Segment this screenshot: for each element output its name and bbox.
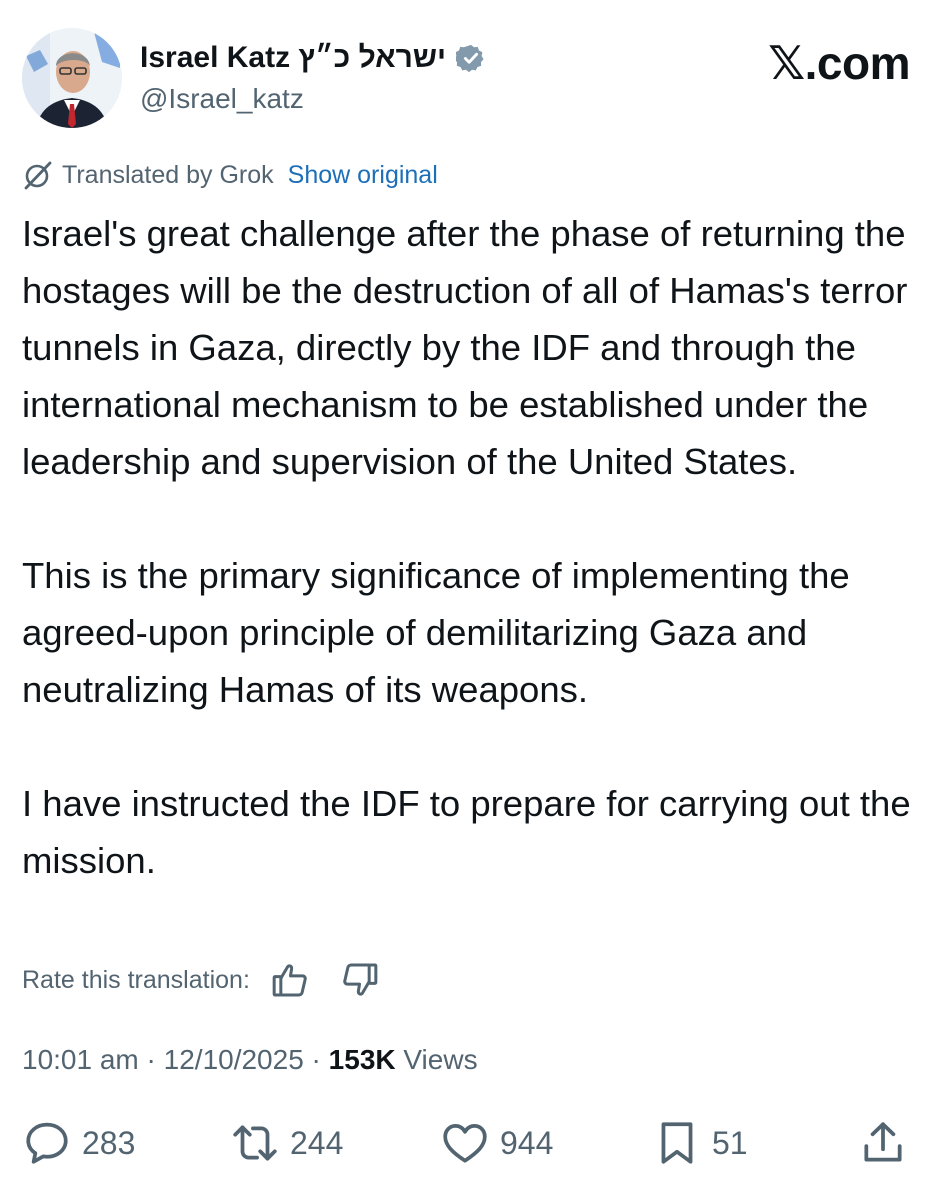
- heart-icon: [443, 1124, 487, 1163]
- views-count: 153K: [328, 1044, 396, 1075]
- rate-translation-label: Rate this translation:: [22, 965, 250, 994]
- author-display-name[interactable]: Israel Katz ישראל כ״ץ: [140, 40, 486, 76]
- bookmark-button[interactable]: 51: [652, 1118, 748, 1168]
- bookmark-icon: [661, 1122, 693, 1164]
- bookmark-count: 51: [712, 1124, 748, 1161]
- translation-banner: Translated by Grok Show original: [22, 158, 438, 192]
- thumbs-up-icon[interactable]: [270, 960, 310, 1000]
- views-label: Views: [395, 1044, 478, 1075]
- like-count: 944: [500, 1124, 554, 1161]
- post-body: Israel's great challenge after the phase…: [22, 205, 914, 946]
- translated-by-label: Translated by Grok: [62, 160, 274, 189]
- post-paragraph-1: Israel's great challenge after the phase…: [22, 213, 908, 482]
- repost-icon: [233, 1125, 277, 1161]
- x-logo: 𝕏.com: [768, 37, 910, 89]
- reply-button[interactable]: 283: [22, 1118, 135, 1168]
- repost-count: 244: [290, 1124, 344, 1161]
- meta-separator: ·: [303, 1044, 329, 1075]
- avatar-image: [22, 28, 122, 128]
- post-meta: 10:01 am · 12/10/2025 · 153K Views: [22, 1044, 478, 1076]
- share-button[interactable]: [858, 1118, 918, 1168]
- share-icon: [864, 1122, 902, 1162]
- author-names: Israel Katz ישראל כ״ץ @Israel_katz: [140, 40, 486, 118]
- reply-icon: [26, 1122, 68, 1164]
- show-original-link[interactable]: Show original: [288, 161, 438, 190]
- author-handle[interactable]: @Israel_katz: [140, 80, 486, 118]
- action-bar: 283 244 944 51: [22, 1118, 914, 1174]
- post-header: Israel Katz ישראל כ״ץ @Israel_katz 𝕏.com: [22, 28, 912, 128]
- avatar[interactable]: [22, 28, 122, 128]
- post-date[interactable]: 12/10/2025: [164, 1044, 304, 1075]
- thumbs-down-icon[interactable]: [340, 960, 380, 1000]
- repost-button[interactable]: 244: [230, 1118, 343, 1168]
- post-time[interactable]: 10:01 am: [22, 1044, 139, 1075]
- rate-translation: Rate this translation:: [22, 958, 380, 1002]
- like-button[interactable]: 944: [440, 1118, 553, 1168]
- display-name-text: Israel Katz ישראל כ״ץ: [140, 41, 447, 74]
- verified-badge-icon: [454, 43, 486, 73]
- grok-icon: [22, 159, 54, 191]
- meta-separator: ·: [138, 1044, 164, 1075]
- post-paragraph-2: This is the primary significance of impl…: [22, 555, 850, 710]
- post-paragraph-3: I have instructed the IDF to prepare for…: [22, 783, 911, 881]
- reply-count: 283: [82, 1124, 136, 1161]
